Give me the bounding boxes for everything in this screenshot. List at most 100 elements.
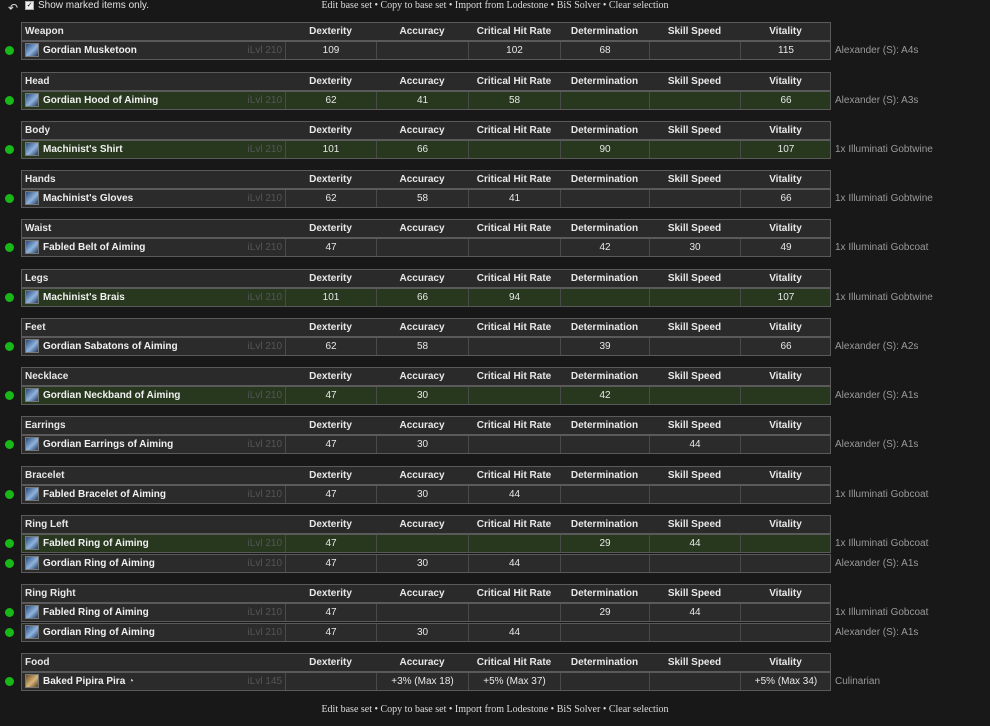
item-name[interactable]: Fabled Belt of Aiming xyxy=(43,239,145,256)
action-link-bis-solver[interactable]: BiS Solver xyxy=(557,704,601,715)
item-name[interactable]: Fabled Ring of Aiming xyxy=(43,604,149,621)
action-link-copy-to-base-set[interactable]: Copy to base set xyxy=(381,0,447,11)
item-name-text[interactable]: Machinist's Shirt xyxy=(43,144,123,155)
gear-row[interactable]: Fabled Belt of Aiming iLvl 210 47 42 30 49 1x … xyxy=(0,238,990,257)
item-name-text[interactable]: Gordian Earrings of Aiming xyxy=(43,439,173,450)
gear-row[interactable]: Machinist's Brais iLvl 210 101 66 94 107 1x Il… xyxy=(0,288,990,307)
item-name-text[interactable]: Machinist's Gloves xyxy=(43,193,133,204)
item-name-cell[interactable]: Gordian Sabatons of Aiming iLvl 210 xyxy=(22,338,286,355)
action-link-edit-base-set[interactable]: Edit base set xyxy=(321,704,372,715)
equipped-marker-icon[interactable] xyxy=(5,559,14,568)
item-name-text[interactable]: Machinist's Brais xyxy=(43,292,125,303)
item-name[interactable]: Machinist's Brais xyxy=(43,289,125,306)
gear-row[interactable]: Fabled Ring of Aiming iLvl 210 47 29 44 1x Il… xyxy=(0,534,990,553)
item-name[interactable]: Gordian Earrings of Aiming xyxy=(43,436,173,453)
stat-determination xyxy=(560,190,649,207)
top-toolbar: ↶ ✓ Show marked items only. Edit base se… xyxy=(0,0,990,14)
gear-row[interactable]: Fabled Ring of Aiming iLvl 210 47 29 44 1x Il… xyxy=(0,603,990,622)
equipped-marker-icon[interactable] xyxy=(5,628,14,637)
stat-accuracy: 30 xyxy=(376,387,468,404)
item-name-cell[interactable]: Gordian Hood of Aiming iLvl 210 xyxy=(22,92,286,109)
item-name[interactable]: Machinist's Gloves xyxy=(43,190,133,207)
equipped-marker-icon[interactable] xyxy=(5,46,14,55)
equipped-marker-icon[interactable] xyxy=(5,391,14,400)
equipped-marker-icon[interactable] xyxy=(5,96,14,105)
item-name-cell[interactable]: Gordian Musketoon iLvl 210 xyxy=(22,42,286,59)
equipped-marker-icon[interactable] xyxy=(5,342,14,351)
equipped-marker-icon[interactable] xyxy=(5,293,14,302)
item-name-text[interactable]: Baked Pipira Pira xyxy=(43,676,125,687)
item-name[interactable]: Fabled Ring of Aiming xyxy=(43,535,149,552)
item-name-cell[interactable]: Gordian Ring of Aiming iLvl 210 xyxy=(22,555,286,572)
action-link-bis-solver[interactable]: BiS Solver xyxy=(557,0,601,11)
stat-vitality: 115 xyxy=(740,42,831,59)
item-name-cell[interactable]: Fabled Bracelet of Aiming iLvl 210 xyxy=(22,486,286,503)
action-link-edit-base-set[interactable]: Edit base set xyxy=(321,0,372,11)
gear-row[interactable]: Gordian Sabatons of Aiming iLvl 210 62 58 39… xyxy=(0,337,990,356)
gear-row[interactable]: Gordian Ring of Aiming iLvl 210 47 30 44 Alex… xyxy=(0,623,990,642)
item-name-cell[interactable]: Gordian Neckband of Aiming iLvl 210 xyxy=(22,387,286,404)
item-name-text[interactable]: Fabled Belt of Aiming xyxy=(43,242,145,253)
gear-row[interactable]: Gordian Neckband of Aiming iLvl 210 47 30 42… xyxy=(0,386,990,405)
action-link-copy-to-base-set[interactable]: Copy to base set xyxy=(381,704,447,715)
item-name-text[interactable]: Gordian Ring of Aiming xyxy=(43,627,155,638)
item-name-text[interactable]: Gordian Sabatons of Aiming xyxy=(43,341,178,352)
item-name-cell[interactable]: Fabled Ring of Aiming iLvl 210 xyxy=(22,535,286,552)
ring-icon xyxy=(25,556,39,570)
gear-row[interactable]: Fabled Bracelet of Aiming iLvl 210 47 30 44 1… xyxy=(0,485,990,504)
item-name-cell[interactable]: Baked Pipira Pira ◔ iLvl 145 xyxy=(22,673,286,690)
equipped-marker-icon[interactable] xyxy=(5,490,14,499)
gear-row[interactable]: Machinist's Shirt iLvl 210 101 66 90 107 1x Il… xyxy=(0,140,990,159)
action-link-import-from-lodestone[interactable]: Import from Lodestone xyxy=(455,0,548,11)
gear-row-cells: Fabled Bracelet of Aiming iLvl 210 47 30 44 xyxy=(21,485,831,504)
gear-row[interactable]: Baked Pipira Pira ◔ iLvl 145 +3% (Max 18) +… xyxy=(0,672,990,691)
item-name-text[interactable]: Fabled Bracelet of Aiming xyxy=(43,489,166,500)
item-name[interactable]: Gordian Sabatons of Aiming xyxy=(43,338,178,355)
item-name-cell[interactable]: Machinist's Shirt iLvl 210 xyxy=(22,141,286,158)
gear-row[interactable]: Gordian Ring of Aiming iLvl 210 47 30 44 Alex… xyxy=(0,554,990,573)
equipped-marker-icon[interactable] xyxy=(5,243,14,252)
item-name[interactable]: Gordian Ring of Aiming xyxy=(43,624,155,641)
gloves-icon xyxy=(25,191,39,205)
column-header-vitality: Vitality xyxy=(769,470,802,481)
action-link-clear-selection[interactable]: Clear selection xyxy=(609,0,669,11)
item-name-cell[interactable]: Fabled Ring of Aiming iLvl 210 xyxy=(22,604,286,621)
equipped-marker-icon[interactable] xyxy=(5,194,14,203)
column-header-dexterity: Dexterity xyxy=(309,174,352,185)
item-name[interactable]: Gordian Neckband of Aiming xyxy=(43,387,180,404)
action-link-clear-selection[interactable]: Clear selection xyxy=(609,704,669,715)
item-name-cell[interactable]: Gordian Earrings of Aiming iLvl 210 xyxy=(22,436,286,453)
gear-row[interactable]: Gordian Musketoon iLvl 210 109 102 68 115 Alex… xyxy=(0,41,990,60)
stat-dexterity: 47 xyxy=(285,239,376,256)
item-name[interactable]: Gordian Musketoon xyxy=(43,42,137,59)
action-link-import-from-lodestone[interactable]: Import from Lodestone xyxy=(455,704,548,715)
gear-row[interactable]: Machinist's Gloves iLvl 210 62 58 41 66 1x Ill… xyxy=(0,189,990,208)
gear-row-cells: Machinist's Shirt iLvl 210 101 66 90 107 xyxy=(21,140,831,159)
item-name-text[interactable]: Fabled Ring of Aiming xyxy=(43,607,149,618)
item-name[interactable]: Gordian Ring of Aiming xyxy=(43,555,155,572)
item-name-cell[interactable]: Gordian Ring of Aiming iLvl 210 xyxy=(22,624,286,641)
equipped-marker-icon[interactable] xyxy=(5,440,14,449)
item-name[interactable]: Fabled Bracelet of Aiming xyxy=(43,486,166,503)
item-name-text[interactable]: Gordian Ring of Aiming xyxy=(43,558,155,569)
stat-vitality: 107 xyxy=(740,141,831,158)
item-name[interactable]: Gordian Hood of Aiming xyxy=(43,92,158,109)
item-name-text[interactable]: Gordian Musketoon xyxy=(43,45,137,56)
item-name-cell[interactable]: Fabled Belt of Aiming iLvl 210 xyxy=(22,239,286,256)
item-name-text[interactable]: Gordian Neckband of Aiming xyxy=(43,390,180,401)
item-name[interactable]: Baked Pipira Pira ◔ xyxy=(43,673,134,690)
item-name[interactable]: Machinist's Shirt xyxy=(43,141,123,158)
equipped-marker-icon[interactable] xyxy=(5,145,14,154)
equipped-marker-icon[interactable] xyxy=(5,608,14,617)
equipped-marker-icon[interactable] xyxy=(5,539,14,548)
item-name-text[interactable]: Gordian Hood of Aiming xyxy=(43,95,158,106)
item-name-cell[interactable]: Machinist's Gloves iLvl 210 xyxy=(22,190,286,207)
item-source: 1x Illuminati Gobcoat xyxy=(835,489,929,500)
gear-row[interactable]: Gordian Earrings of Aiming iLvl 210 47 30 44… xyxy=(0,435,990,454)
gear-row[interactable]: Gordian Hood of Aiming iLvl 210 62 41 58 66 Al… xyxy=(0,91,990,110)
stat-vitality: 49 xyxy=(740,239,831,256)
item-name-text[interactable]: Fabled Ring of Aiming xyxy=(43,538,149,549)
item-name-cell[interactable]: Machinist's Brais iLvl 210 xyxy=(22,289,286,306)
stat-critical-hit-rate xyxy=(468,387,560,404)
equipped-marker-icon[interactable] xyxy=(5,677,14,686)
